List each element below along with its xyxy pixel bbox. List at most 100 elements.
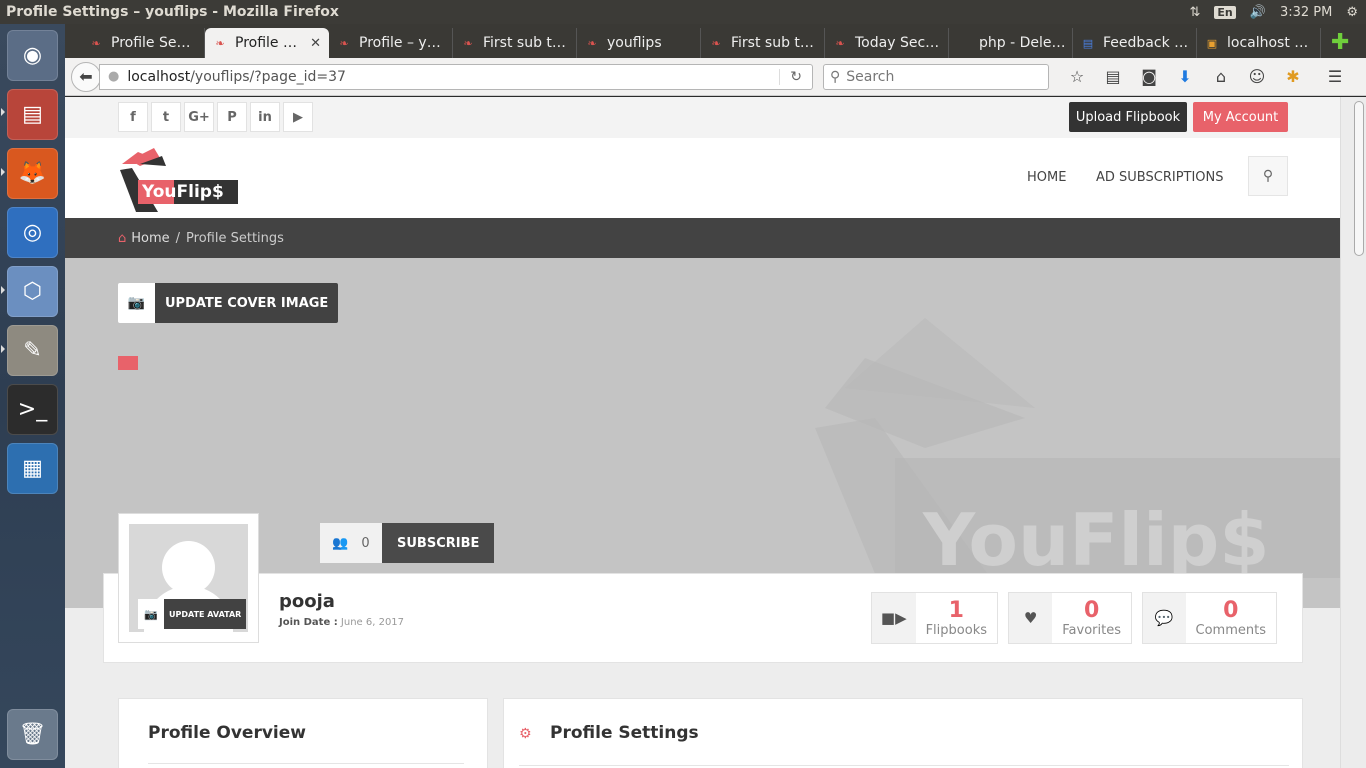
tab-label: Feedback … [1103,35,1189,51]
window-title: Profile Settings – youflips - Mozilla Fi… [6,4,339,20]
chat-icon[interactable]: ☺ [1239,67,1275,86]
close-tab-icon[interactable]: ✕ [310,36,321,51]
scrollbar-thumb[interactable] [1354,101,1364,256]
avatar-image: 📷 UPDATE AVATAR [129,524,248,632]
tab-label: Profile Se… [111,35,191,51]
favicon-icon: ❧ [463,36,473,50]
clock[interactable]: 3:32 PM [1280,5,1332,20]
tab-label: Profile … [235,35,297,51]
stat-label: Comments [1195,622,1266,638]
google-plus-icon[interactable]: G+ [184,102,214,132]
update-cover-image-button[interactable]: 📷 UPDATE COVER IMAGE [118,283,339,323]
tab-label: localhost … [1227,35,1309,51]
browser-tab[interactable]: php - Dele… [949,28,1073,58]
reload-icon[interactable]: ↻ [779,68,812,85]
page-scrollbar[interactable] [1340,97,1366,768]
video-camera-icon: ■▶ [872,593,916,643]
back-button[interactable]: ⬅ [71,61,101,92]
browser-tab[interactable]: ❧ Today Sec… [825,28,949,58]
os-top-bar: Profile Settings – youflips - Mozilla Fi… [0,0,1366,24]
downloads-icon[interactable]: ⬇ [1167,67,1203,86]
my-account-button[interactable]: My Account [1193,102,1288,132]
browser-tab[interactable]: ▣ localhost … [1197,28,1321,58]
youflips-logo[interactable]: YouFlip$ [118,144,240,214]
virtualbox-icon[interactable]: ⬡ [7,266,58,317]
upload-flipbook-button[interactable]: Upload Flipbook [1069,102,1187,132]
tab-label: youflips [607,35,662,51]
stat-flipbooks[interactable]: ■▶ 1 Flipbooks [871,592,998,644]
favicon-icon: ❧ [215,36,225,50]
files-icon[interactable]: ▤ [7,89,58,140]
update-avatar-label: UPDATE AVATAR [164,599,247,629]
network-icon[interactable]: ⇅ [1190,5,1201,20]
browser-tab[interactable]: ❧ youflips [577,28,701,58]
home-icon[interactable]: ⌂ [1203,67,1239,86]
firefox-icon[interactable]: 🦊 [7,148,58,199]
browser-tab[interactable]: ❧ Profile – y… [329,28,453,58]
facebook-icon[interactable]: f [118,102,148,132]
logo-text: YouFlip$ [142,182,224,202]
libreoffice-writer-icon[interactable]: ▦ [7,443,58,494]
reading-list-icon[interactable]: ▤ [1095,67,1131,86]
volume-icon[interactable]: 🔊 [1250,5,1266,20]
youtube-icon[interactable]: ▶ [283,102,313,132]
trash-icon[interactable]: 🗑 [7,709,58,760]
stat-comments[interactable]: 💬 0 Comments [1142,592,1277,644]
ubuntu-dash-icon[interactable]: ◉ [7,30,58,81]
twitter-icon[interactable]: t [151,102,181,132]
favicon-icon: ❧ [711,36,721,50]
update-cover-label: UPDATE COVER IMAGE [155,283,339,323]
keyboard-language-indicator[interactable]: En [1214,5,1236,19]
divider [519,765,1289,766]
browser-tab[interactable]: ❧ First sub t… [453,28,577,58]
text-editor-icon[interactable]: ✎ [7,325,58,376]
browser-tab-active[interactable]: ❧ Profile … ✕ [205,28,329,58]
profile-overview-panel: Profile Overview [118,698,488,768]
avatar: 📷 UPDATE AVATAR [118,513,259,643]
extension-icon[interactable]: ✱ [1275,67,1311,86]
new-tab-plus-icon[interactable]: ✚ [1331,30,1349,58]
browser-search-input[interactable]: ⚲ Search [823,63,1049,90]
site-search-button[interactable]: ⚲ [1248,156,1288,196]
top-strip: f t G+ P in ▶ Upload Flipbook My Account [65,97,1340,138]
linkedin-icon[interactable]: in [250,102,280,132]
menu-hamburger-icon[interactable]: ☰ [1317,67,1353,86]
ubuntu-launcher: ◉ ▤ 🦊 ◎ ⬡ ✎ >_ ▦ 🗑 [0,24,65,768]
nav-ad-subscriptions[interactable]: AD SUBSCRIPTIONS [1096,170,1224,185]
pocket-icon[interactable]: ◙ [1131,67,1167,86]
phpmyadmin-icon: ▣ [1206,36,1218,50]
search-icon: ⚲ [830,68,841,85]
settings-gear-icon[interactable]: ⚙ [1346,5,1358,20]
browser-nav-bar: ⬅ ● localhost/youflips/?page_id=37 ↻ ⚲ S… [65,58,1366,96]
subscribe-button[interactable]: SUBSCRIBE [382,523,495,563]
breadcrumb-home[interactable]: Home [131,231,169,246]
browser-tab[interactable]: ▤ Feedback … [1073,28,1197,58]
site-info-icon[interactable]: ● [108,69,119,84]
stat-label: Favorites [1062,622,1121,638]
running-indicator [1,286,5,294]
favicon-icon [957,36,971,50]
join-date-value: June 6, 2017 [340,617,405,628]
browser-tab[interactable]: ❧ Profile Se… [81,28,205,58]
update-avatar-button[interactable]: 📷 UPDATE AVATAR [138,599,247,629]
toolbar-icons: ☆ ▤ ◙ ⬇ ⌂ ☺ ✱ ☰ [1059,67,1353,86]
nav-home[interactable]: HOME [1027,170,1066,185]
browser-tab[interactable]: ❧ First sub t… [701,28,825,58]
terminal-icon[interactable]: >_ [7,384,58,435]
stat-label: Flipbooks [925,622,987,638]
url-bar[interactable]: ● localhost/youflips/?page_id=37 ↻ [99,63,813,90]
join-date: Join Date : June 6, 2017 [279,617,404,628]
bookmark-star-icon[interactable]: ☆ [1059,67,1095,86]
join-date-label: Join Date : [279,617,338,628]
profile-settings-panel: ⚙ Profile Settings [503,698,1303,768]
running-indicator [1,108,5,116]
accent-marker [118,356,138,370]
stat-favorites[interactable]: ♥ 0 Favorites [1008,592,1132,644]
pinterest-icon[interactable]: P [217,102,247,132]
tab-label: Profile – y… [359,35,441,51]
home-icon: ⌂ [118,230,127,246]
web-page: f t G+ P in ▶ Upload Flipbook My Account… [65,97,1340,768]
search-icon: ⚲ [1262,168,1274,184]
tab-label: First sub t… [483,35,566,51]
chrome-icon[interactable]: ◎ [7,207,58,258]
